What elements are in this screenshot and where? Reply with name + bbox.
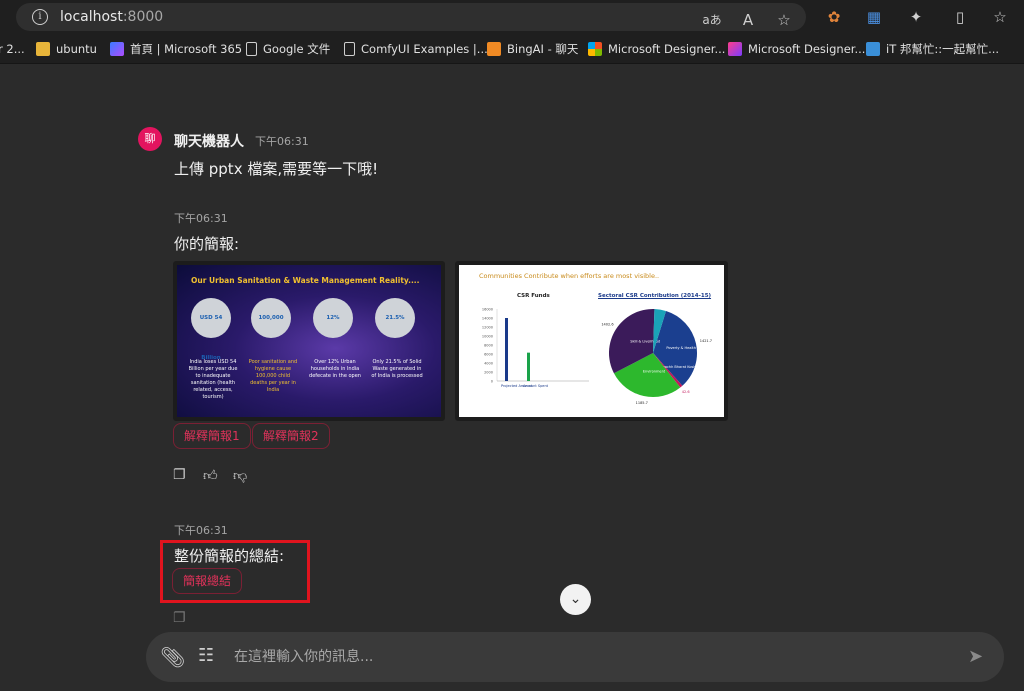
message-text: 上傳 pptx 檔案,需要等一下哦! (174, 160, 379, 178)
y-tick-label: 12000 (482, 326, 493, 330)
favorite-star-icon[interactable]: ☆ (774, 11, 794, 29)
message-composer: 📎︎ ☷ ➤ (146, 632, 1004, 682)
stat-caption: India loses USD 54 Billion per year due … (188, 359, 238, 400)
y-tick-label: 4000 (484, 362, 493, 366)
designer-icon (728, 42, 742, 56)
send-icon[interactable]: ➤ (968, 646, 983, 667)
y-tick-label: 14000 (482, 317, 493, 321)
bot-name: 聊天機器人 (174, 134, 244, 150)
y-tick-label: 2000 (484, 371, 493, 375)
message-time: 下午06:31 (174, 212, 228, 225)
explain-slide-1-button[interactable]: 解釋簡報1 (173, 423, 251, 449)
slide-title: Communities Contribute when efforts are … (479, 272, 660, 280)
y-tick-label: 16000 (482, 308, 493, 312)
chart-title: CSR Funds (517, 293, 550, 299)
slice-label: Poverty & Health Care (666, 346, 705, 350)
stat-circle: 100,000 (251, 298, 291, 338)
stat-caption: Over 12% Urban households in India defec… (309, 359, 361, 379)
m365-icon (110, 42, 124, 56)
favorites-icon[interactable]: ☆ (990, 8, 1010, 26)
text-icon[interactable]: A (738, 11, 758, 29)
copy-icon[interactable]: ❐ (173, 467, 186, 483)
chevron-down-icon: ⌄ (569, 591, 582, 607)
pie-title: Sectoral CSR Contribution (2014-15) (598, 293, 712, 299)
copy-icon[interactable]: ❐ (173, 610, 186, 626)
x-tick-label: Amount Spent (523, 384, 549, 388)
stat-circle: 12% (313, 298, 353, 338)
bookmarks-bar: r 2... ubuntu 首頁 | Microsoft 365 Google … (0, 34, 1024, 64)
slice-value-label: 1185.7 (636, 401, 648, 405)
address-bar[interactable]: i localhost:8000 aあ A ☆ (16, 3, 806, 31)
bookmark-item[interactable]: r 2... (0, 41, 25, 57)
bookmark-item[interactable]: BingAI - 聊天 (487, 41, 578, 57)
bookmark-item[interactable]: ComfyUI Examples |... (344, 41, 488, 57)
bookmark-item[interactable]: ubuntu (36, 41, 97, 57)
page-icon (344, 42, 355, 56)
scroll-down-button[interactable]: ⌄ (560, 584, 591, 615)
y-tick-label: 6000 (484, 353, 493, 357)
url-text: localhost:8000 (60, 9, 164, 25)
extension-cookie-icon[interactable]: ✿ (824, 8, 844, 26)
pie-chart: Poverty & Health Care1421.7Swachh Bharat… (601, 309, 712, 405)
y-tick-label: 0 (491, 380, 493, 384)
highlight-box (160, 540, 310, 603)
site-info-icon[interactable]: i (32, 9, 48, 25)
y-tick-label: 10000 (482, 335, 493, 339)
bing-icon (487, 42, 501, 56)
extensions-puzzle-icon[interactable]: ✦ (906, 8, 926, 26)
slice-value-label: 42.6 (682, 390, 690, 394)
stat-circle: USD 54 Billion (191, 298, 231, 361)
bar (505, 318, 508, 381)
chat-area: 聊 聊天機器人 下午06:31 上傳 pptx 檔案,需要等一下哦! 下午06:… (0, 65, 1024, 691)
page-icon (246, 42, 257, 56)
message-time: 下午06:31 (174, 524, 228, 537)
bookmark-item[interactable]: Google 文件 (246, 41, 330, 57)
slide-title: Our Urban Sanitation & Waste Management … (191, 276, 420, 285)
bar (527, 352, 530, 381)
read-aloud-icon[interactable]: aあ (702, 11, 722, 28)
settings-sliders-icon[interactable]: ☷ (198, 645, 214, 666)
attach-icon[interactable]: 📎︎ (160, 645, 185, 669)
slice-value-label: 1421.7 (700, 339, 712, 343)
bookmark-item[interactable]: 首頁 | Microsoft 365 (110, 41, 242, 57)
stat-caption: Poor sanitation and hygiene cause 100,00… (248, 359, 298, 393)
bookmark-item[interactable]: Microsoft Designer... (728, 41, 865, 57)
slide-thumbnail-1[interactable]: Our Urban Sanitation & Waste Management … (173, 261, 445, 421)
message-time: 下午06:31 (255, 135, 309, 148)
slice-label: Environment (643, 369, 666, 373)
bookmark-item[interactable]: Microsoft Designer... (588, 41, 725, 57)
stat-circle: 21.5% (375, 298, 415, 338)
y-tick-label: 8000 (484, 344, 493, 348)
ithome-icon (866, 42, 880, 56)
thumbs-up-icon[interactable]: 👍︎ (203, 467, 218, 484)
split-screen-icon[interactable]: ▯ (950, 8, 970, 26)
browser-toolbar: i localhost:8000 aあ A ☆ ✿ ▦ ✦ ▯ ☆ (0, 0, 1024, 34)
folder-icon (36, 42, 50, 56)
bar-chart: 1600014000120001000080006000400020000 Pr… (482, 308, 589, 388)
message-text: 你的簡報: (174, 235, 240, 253)
bookmark-item[interactable]: iT 邦幫忙::一起幫忙... (866, 41, 999, 57)
slide-thumbnail-2[interactable]: Communities Contribute when efforts are … (455, 261, 728, 421)
stat-caption: Only 21.5% of Solid Waste generated in o… (371, 359, 423, 379)
bot-avatar: 聊 (138, 127, 162, 151)
explain-slide-2-button[interactable]: 解釋簡報2 (252, 423, 330, 449)
thumbs-down-icon[interactable]: 👎︎ (233, 467, 247, 484)
message-input[interactable] (234, 646, 934, 668)
microsoft-icon (588, 42, 602, 56)
translate-icon[interactable]: ▦ (864, 8, 884, 26)
slice-value-label: 1402.6 (601, 322, 613, 326)
